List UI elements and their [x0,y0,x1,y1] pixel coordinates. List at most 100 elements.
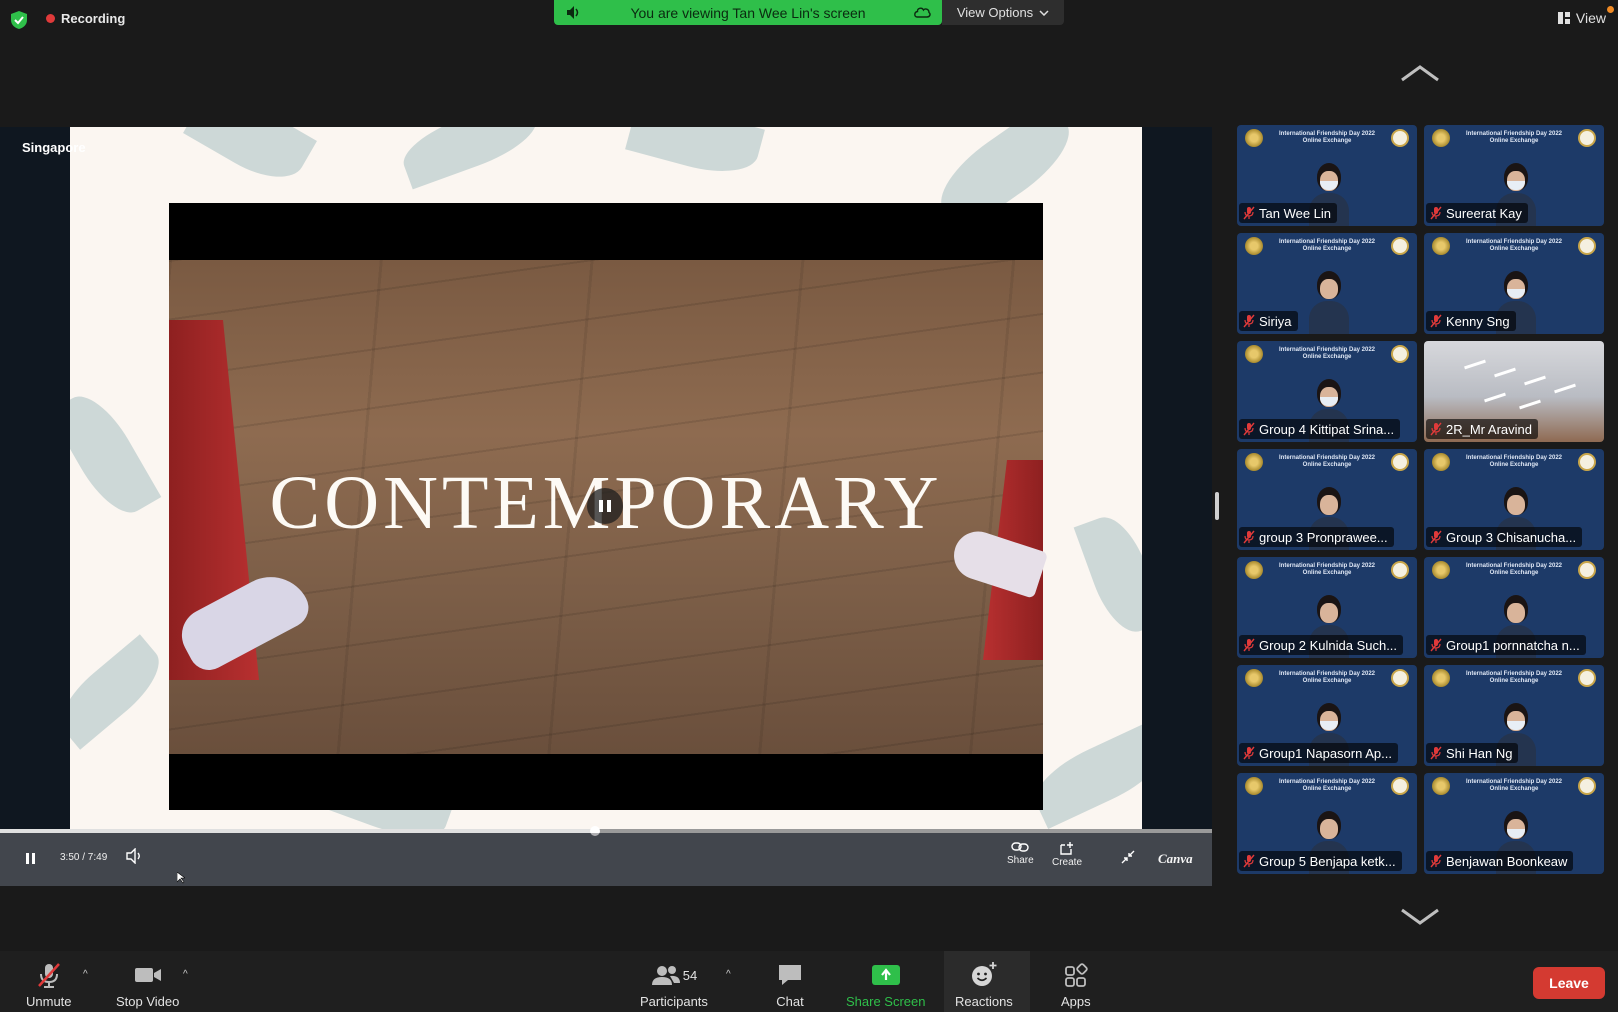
school-crest-icon [1432,669,1450,687]
ceiling-light [1554,383,1576,394]
view-options-dropdown[interactable]: View Options [942,0,1064,25]
seal-icon [1578,561,1596,579]
embedded-video[interactable]: CONTEMPORARY [169,203,1049,810]
participant-tile[interactable]: 2R_Mr Aravind [1424,341,1604,442]
apps-button[interactable]: Apps [1061,961,1091,1009]
video-options-caret[interactable]: ^ [183,969,188,980]
tile-banner-line1: International Friendship Day 2022 [1278,455,1376,461]
view-options-label: View Options [956,5,1034,20]
participant-name: 2R_Mr Aravind [1446,421,1532,437]
participant-name-tag: Group 4 Kittipat Srina... [1239,419,1401,439]
mic-off-icon [1430,314,1442,328]
tile-banner: International Friendship Day 2022 Online … [1237,341,1417,367]
audio-options-caret[interactable]: ^ [83,969,88,980]
notification-dot [1607,6,1614,13]
tile-banner-title: International Friendship Day 2022 Online … [1466,671,1562,685]
participant-name: group 3 Pronprawee... [1259,529,1388,545]
participant-name-tag: Group1 Napasorn Ap... [1239,743,1398,763]
chevron-up-icon[interactable] [1400,64,1440,82]
participants-options-caret[interactable]: ^ [726,969,731,980]
tile-banner-line1: International Friendship Day 2022 [1278,347,1376,353]
stop-video-button[interactable]: Stop Video [116,961,179,1009]
pause-icon[interactable] [26,853,35,864]
seal-icon [1391,777,1409,795]
participant-tile[interactable]: International Friendship Day 2022 Online … [1424,773,1604,874]
leaf-decoration [395,127,545,190]
participant-tile[interactable]: International Friendship Day 2022 Online … [1237,773,1417,874]
share-link-button[interactable]: Share [1007,841,1034,866]
participant-tile[interactable]: International Friendship Day 2022 Online … [1237,125,1417,226]
tile-banner-title: International Friendship Day 2022 Online … [1466,239,1562,253]
smiley-plus-icon [971,962,997,986]
participant-video [1309,271,1349,334]
participant-name-tag: Shi Han Ng [1426,743,1519,763]
tile-banner-line2: Online Exchange [1489,246,1539,252]
participant-tile[interactable]: International Friendship Day 2022 Online … [1424,449,1604,550]
speaker-icon[interactable] [566,5,582,20]
tile-banner-line1: International Friendship Day 2022 [1278,779,1376,785]
participant-tile[interactable]: International Friendship Day 2022 Online … [1424,557,1604,658]
participant-tile[interactable]: International Friendship Day 2022 Online … [1424,233,1604,334]
participant-tile[interactable]: International Friendship Day 2022 Online … [1424,125,1604,226]
reactions-button[interactable]: Reactions [955,961,1013,1009]
mic-off-icon [1243,422,1255,436]
participant-tile[interactable]: International Friendship Day 2022 Online … [1237,233,1417,334]
share-screen-button[interactable]: Share Screen [846,961,926,1009]
unmute-button[interactable]: Unmute [26,961,72,1009]
school-crest-icon [1432,777,1450,795]
tile-banner: International Friendship Day 2022 Online … [1424,773,1604,799]
view-button[interactable]: View [1557,10,1606,26]
tile-banner-title: International Friendship Day 2022 Online … [1466,779,1562,793]
video-pause-icon[interactable] [587,488,623,524]
chat-button[interactable]: Chat [776,961,804,1009]
tile-banner-line2: Online Exchange [1302,786,1352,792]
tile-banner: International Friendship Day 2022 Online … [1237,665,1417,691]
participant-name: Shi Han Ng [1446,745,1513,761]
recording-dot-icon [46,14,55,23]
participant-tile[interactable]: International Friendship Day 2022 Online … [1237,449,1417,550]
participants-button[interactable]: 54 Participants [640,961,708,1009]
tile-banner-line2: Online Exchange [1489,678,1539,684]
viewing-banner-text: You are viewing Tan Wee Lin's screen [630,4,866,21]
tile-banner-line1: International Friendship Day 2022 [1465,239,1563,245]
exit-fullscreen-icon[interactable] [1121,850,1135,864]
share-arrow-icon [871,965,900,985]
volume-icon[interactable] [126,848,144,864]
ceiling-light [1519,399,1541,410]
participant-tile[interactable]: International Friendship Day 2022 Online … [1237,665,1417,766]
tile-banner: International Friendship Day 2022 Online … [1424,557,1604,583]
panel-resize-handle[interactable] [1215,492,1219,520]
mic-off-icon [1243,206,1255,220]
tile-banner-line2: Online Exchange [1302,570,1352,576]
shield-check-icon[interactable] [10,10,28,30]
ceiling-light [1464,359,1486,370]
tile-banner-line1: International Friendship Day 2022 [1465,671,1563,677]
participant-tile[interactable]: International Friendship Day 2022 Online … [1424,665,1604,766]
recording-indicator[interactable]: Recording [46,11,125,26]
school-crest-icon [1245,453,1263,471]
mic-off-icon [1243,746,1255,760]
participant-tile[interactable]: International Friendship Day 2022 Online … [1237,557,1417,658]
school-crest-icon [1245,345,1263,363]
share-screen-icon-wrap [871,961,900,989]
participant-name-tag: Sureerat Kay [1426,203,1528,223]
tile-banner: International Friendship Day 2022 Online … [1237,557,1417,583]
seal-icon [1578,669,1596,687]
tile-banner: International Friendship Day 2022 Online … [1424,449,1604,475]
tile-banner-line2: Online Exchange [1302,354,1352,360]
apps-label: Apps [1061,994,1091,1009]
participant-name: Tan Wee Lin [1259,205,1332,221]
seal-icon [1578,129,1596,147]
participants-icon-row: 54 [651,961,697,989]
participant-name: Siriya [1259,313,1292,329]
tile-banner: International Friendship Day 2022 Online … [1237,449,1417,475]
create-button[interactable]: Create [1052,841,1082,868]
chevron-down-icon[interactable] [1400,908,1440,926]
participant-tile[interactable]: International Friendship Day 2022 Online … [1237,341,1417,442]
tile-banner-line1: International Friendship Day 2022 [1278,563,1376,569]
leave-button[interactable]: Leave [1533,967,1605,999]
participant-name-tag: Group 5 Benjapa ketk... [1239,851,1402,871]
mic-off-icon [1243,530,1255,544]
seal-icon [1391,237,1409,255]
tile-banner-title: International Friendship Day 2022 Online … [1279,671,1375,685]
